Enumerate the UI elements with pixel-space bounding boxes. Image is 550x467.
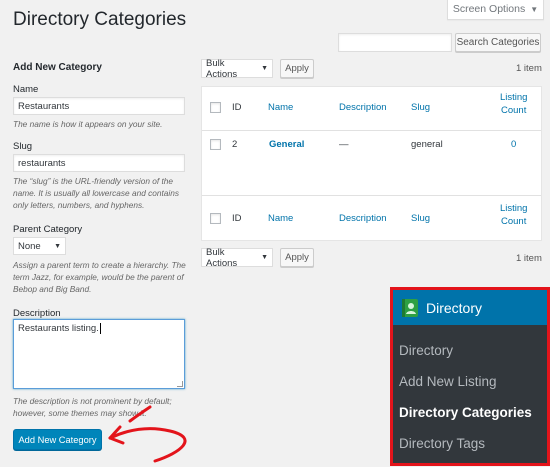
directory-book-icon [402,298,418,317]
table-row: 2 General — general 0 [202,131,541,195]
table-header-row: ID Name Description Slug Listing Count [202,87,541,131]
text-cursor [99,323,101,334]
screen-options-label: Screen Options [452,3,526,15]
menu-item-directory[interactable]: Directory [399,343,453,358]
caret-down-icon: ▼ [530,4,539,14]
row-count-link[interactable]: 0 [511,139,516,150]
name-hint: The name is how it appears on your site. [13,119,163,129]
caret-down-icon: ▼ [261,65,268,72]
column-name[interactable]: Name [268,102,293,113]
bulk-actions-label: Bulk Actions [206,246,238,269]
slug-hint-line-3: only letters, numbers, and hyphens. [13,200,145,210]
search-input[interactable] [338,33,452,52]
page-title: Directory Categories [13,9,187,30]
categories-table: ID Name Description Slug Listing Count 2… [201,86,542,241]
add-new-category-button[interactable]: Add New Category [13,429,102,450]
item-count-bottom: 1 item [516,253,542,264]
menu-item-directory-tags[interactable]: Directory Tags [399,436,485,451]
description-label: Description [13,308,61,319]
table-footer-row: ID Name Description Slug Listing Count [202,195,541,241]
slug-label: Slug [13,141,33,152]
name-label: Name [13,84,39,95]
caret-down-icon: ▼ [54,242,61,250]
parent-hint-line-1: Assign a parent term to create a hierarc… [13,260,186,270]
form-title: Add New Category [13,62,102,73]
column-count-footer-line-1[interactable]: Listing [500,203,527,214]
directory-menu-title: Directory [426,299,483,316]
annotation-arrow-icon [108,405,187,463]
directory-admin-menu: Directory Directory Add New Listing Dire… [390,287,550,466]
name-field[interactable]: Restaurants [13,97,185,115]
column-id-footer: ID [232,213,242,224]
description-textarea[interactable]: Restaurants listing. [13,319,185,389]
directory-menu-header[interactable]: Directory [393,290,547,325]
column-count-line-2[interactable]: Count [501,105,526,116]
slug-hint-line-1: The “slug” is the URL-friendly version o… [13,176,174,186]
bulk-actions-select-bottom[interactable]: Bulk Actions ▼ [201,246,273,269]
column-id: ID [232,102,242,113]
row-name-link[interactable]: General [269,139,304,150]
parent-category-label: Parent Category [13,224,83,235]
column-count-footer-line-2[interactable]: Count [501,216,526,227]
bulk-actions-select-top[interactable]: Bulk Actions ▼ [201,57,273,80]
apply-button-bottom[interactable]: Apply [280,248,314,267]
select-all-checkbox-footer[interactable] [210,213,221,224]
parent-hint-line-2: term Jazz, for example, would be the par… [13,272,184,282]
description-text: Restaurants listing. [18,323,99,334]
row-description: — [339,139,349,150]
item-count-top: 1 item [516,63,542,74]
row-checkbox[interactable] [210,139,221,150]
parent-category-value: None [18,240,41,252]
parent-hint-line-3: Bebop and Big Band. [13,284,92,294]
resize-grip-icon[interactable] [177,381,183,387]
slug-field[interactable]: restaurants [13,154,185,172]
apply-button-top[interactable]: Apply [280,59,314,78]
search-categories-button[interactable]: Search Categories [455,33,541,52]
row-id: 2 [232,139,238,150]
column-slug-footer[interactable]: Slug [411,213,430,224]
column-description[interactable]: Description [339,102,387,113]
menu-item-directory-categories[interactable]: Directory Categories [399,405,532,420]
column-name-footer[interactable]: Name [268,213,293,224]
slug-hint-line-2: name. It is usually all lowercase and co… [13,188,180,198]
column-description-footer[interactable]: Description [339,213,387,224]
menu-item-add-new-listing[interactable]: Add New Listing [399,374,497,389]
parent-category-select[interactable]: None ▼ [13,237,66,255]
column-slug[interactable]: Slug [411,102,430,113]
caret-down-icon: ▼ [261,254,268,261]
bulk-actions-label: Bulk Actions [206,57,238,80]
column-count-line-1[interactable]: Listing [500,92,527,103]
select-all-checkbox[interactable] [210,102,221,113]
row-slug: general [411,139,443,150]
screen-options-button[interactable]: Screen Options ▼ [447,0,544,20]
